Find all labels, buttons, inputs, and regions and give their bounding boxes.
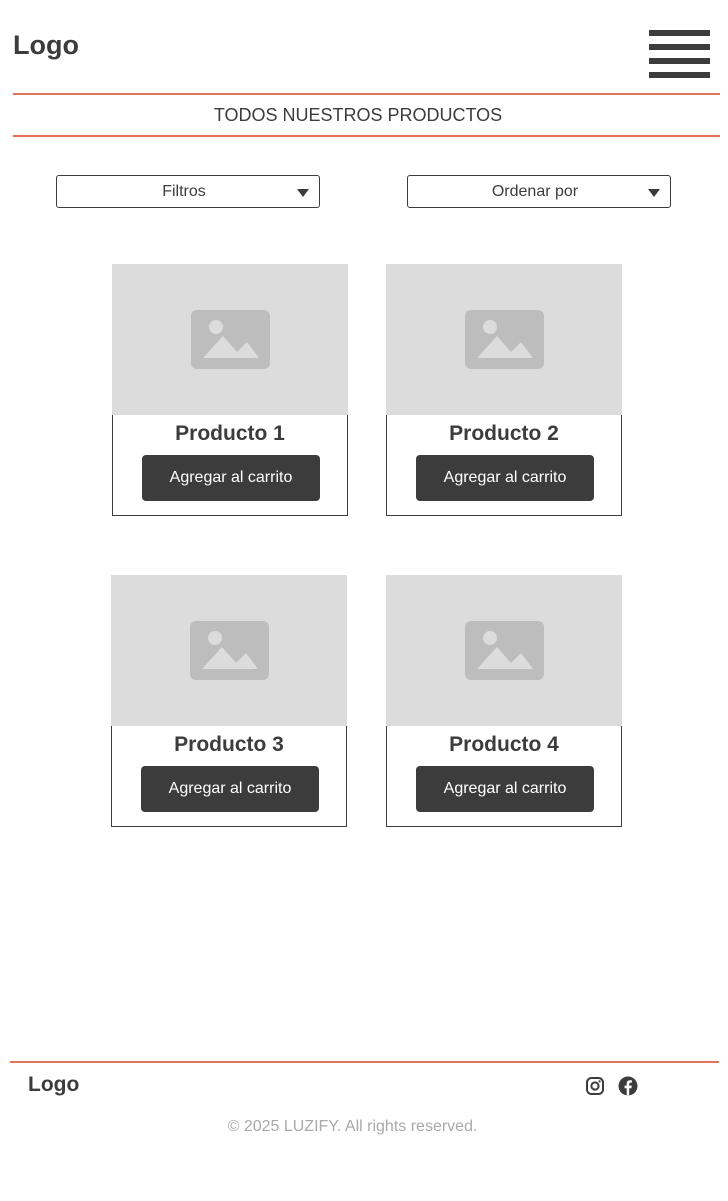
product-card: Producto 3 Agregar al carrito (111, 575, 347, 827)
footer-divider (10, 1061, 719, 1063)
chevron-down-icon (297, 189, 309, 197)
facebook-icon[interactable] (618, 1076, 638, 1096)
copyright-text: © 2025 LUZIFY. All rights reserved. (227, 1118, 478, 1135)
product-info: Producto 2 Agregar al carrito (386, 415, 622, 516)
product-info: Producto 3 Agregar al carrito (111, 726, 347, 827)
image-placeholder-icon (190, 621, 269, 680)
sort-dropdown[interactable]: Ordenar por (407, 175, 671, 208)
product-name: Producto 1 (175, 422, 285, 445)
product-image[interactable] (111, 575, 347, 726)
product-name: Producto 2 (449, 422, 559, 445)
image-placeholder-icon (465, 310, 544, 369)
product-card: Producto 1 Agregar al carrito (112, 264, 348, 516)
header-logo[interactable]: Logo (13, 30, 79, 61)
product-name: Producto 3 (174, 733, 284, 756)
add-to-cart-button[interactable]: Agregar al carrito (416, 455, 594, 501)
add-to-cart-button[interactable]: Agregar al carrito (142, 455, 320, 501)
product-image[interactable] (386, 575, 622, 726)
hamburger-menu-icon[interactable] (649, 30, 710, 78)
add-to-cart-button[interactable]: Agregar al carrito (416, 766, 594, 812)
image-placeholder-icon (465, 621, 544, 680)
product-image[interactable] (112, 264, 348, 415)
product-image[interactable] (386, 264, 622, 415)
product-info: Producto 1 Agregar al carrito (112, 415, 348, 516)
page-title: TODOS NUESTROS PRODUCTOS (213, 105, 503, 125)
filters-dropdown[interactable]: Filtros (56, 175, 320, 208)
product-name: Producto 4 (449, 733, 559, 756)
sort-label: Ordenar por (491, 182, 579, 200)
add-to-cart-button[interactable]: Agregar al carrito (141, 766, 319, 812)
header-divider-bottom (13, 135, 720, 137)
instagram-icon[interactable] (585, 1076, 605, 1096)
filters-label: Filtros (162, 182, 206, 200)
product-card: Producto 4 Agregar al carrito (386, 575, 622, 827)
chevron-down-icon (648, 189, 660, 197)
footer-logo[interactable]: Logo (28, 1073, 79, 1097)
image-placeholder-icon (191, 310, 270, 369)
product-info: Producto 4 Agregar al carrito (386, 726, 622, 827)
product-card: Producto 2 Agregar al carrito (386, 264, 622, 516)
header-divider-top (13, 93, 720, 95)
